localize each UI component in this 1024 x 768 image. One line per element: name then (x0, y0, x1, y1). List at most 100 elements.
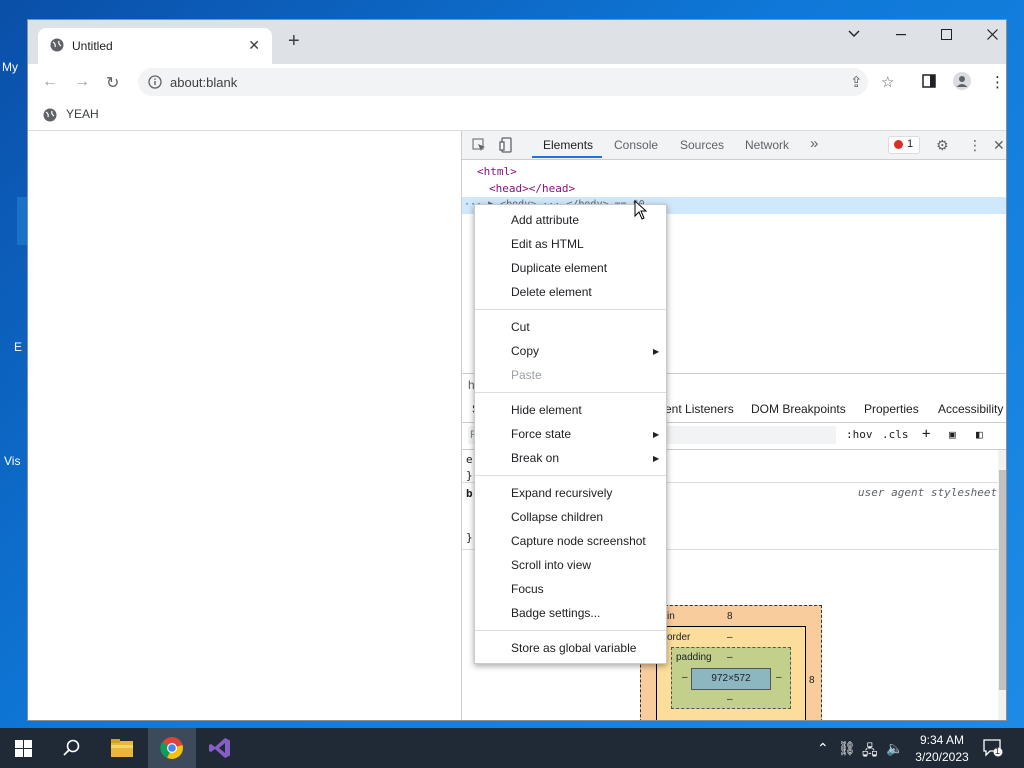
styles-scrollbar[interactable] (998, 450, 1006, 720)
file-explorer-icon[interactable] (110, 736, 134, 760)
tab-title: Untitled (72, 39, 113, 53)
error-count-badge[interactable]: 1 (888, 136, 920, 154)
taskbar-clock[interactable]: 9:34 AM 3/20/2023 (912, 733, 972, 764)
bookmark-yeah[interactable]: YEAH (66, 107, 99, 121)
browser-toolbar: ← → ↻ about:blank ⇪ ☆ ⋮ (28, 64, 1006, 100)
margin-top-value[interactable]: 8 (727, 611, 733, 622)
padding-top-value[interactable]: – (727, 652, 733, 663)
menu-item-badge-settings[interactable]: Badge settings... (511, 606, 600, 620)
menu-item-cut[interactable]: Cut (511, 320, 530, 334)
margin-right-value[interactable]: 8 (809, 675, 815, 686)
menu-item-store-as-global-variable[interactable]: Store as global variable (511, 641, 636, 655)
cls-button[interactable]: .cls (882, 428, 909, 441)
new-tab-button[interactable]: + (288, 31, 300, 51)
menu-item-force-state[interactable]: Force state (511, 427, 571, 441)
subtab-event-listeners[interactable]: ent Listeners (665, 402, 734, 416)
hov-button[interactable]: :hov (846, 428, 873, 441)
maximize-icon[interactable] (941, 29, 952, 40)
tray-overflow-chevron-icon[interactable]: ⌃ (817, 740, 829, 757)
error-count: 1 (907, 138, 914, 150)
bookmarks-bar: YEAH (28, 100, 1006, 131)
dom-head-node[interactable]: <head></head> (489, 182, 575, 195)
menu-item-copy[interactable]: Copy (511, 344, 539, 358)
inspect-element-icon[interactable] (472, 138, 486, 152)
margin-label: in (667, 611, 675, 622)
bookmark-star-icon[interactable]: ☆ (881, 73, 894, 91)
windows-start-icon[interactable] (15, 740, 32, 757)
profile-avatar-icon[interactable] (953, 72, 971, 90)
back-arrow-icon[interactable]: ← (42, 73, 58, 91)
menu-item-delete-element[interactable]: Delete element (511, 285, 592, 299)
close-devtools-icon[interactable]: ✕ (993, 137, 1005, 154)
clock-date: 3/20/2023 (915, 750, 969, 764)
tab-sources[interactable]: Sources (680, 138, 724, 152)
padding-right-value[interactable]: – (776, 672, 782, 683)
menu-separator (475, 630, 666, 631)
side-panel-icon[interactable] (922, 74, 936, 88)
visual-studio-icon[interactable] (208, 736, 232, 760)
menu-item-add-attribute[interactable]: Add attribute (511, 213, 579, 227)
kebab-menu-icon[interactable]: ⋮ (990, 73, 1005, 91)
border-top-value[interactable]: – (727, 632, 733, 643)
desktop-icon-strip (17, 197, 27, 245)
device-toolbar-icon[interactable] (499, 137, 513, 153)
reload-icon[interactable]: ↻ (106, 73, 119, 93)
tab-elements[interactable]: Elements (543, 138, 593, 152)
close-window-icon[interactable] (987, 29, 998, 40)
globe-icon (43, 108, 57, 122)
submenu-arrow-icon: ▶ (653, 454, 660, 463)
user-agent-stylesheet-label: user agent stylesheet (858, 486, 998, 499)
submenu-arrow-icon: ▶ (653, 430, 660, 439)
subtab-accessibility[interactable]: Accessibility (938, 402, 1003, 416)
desktop-label-e[interactable]: E (14, 340, 22, 354)
subtab-properties[interactable]: Properties (864, 402, 919, 416)
chevron-down-icon[interactable] (848, 29, 860, 39)
padding-bottom-value[interactable]: – (727, 694, 733, 705)
menu-item-capture-node-screenshot[interactable]: Capture node screenshot (511, 534, 646, 548)
tray-app-icon[interactable]: ⛓ (838, 740, 856, 757)
more-tabs-icon[interactable]: » (810, 135, 818, 152)
tab-console[interactable]: Console (614, 138, 658, 152)
scrollbar-thumb[interactable] (999, 470, 1006, 690)
settings-gear-icon[interactable]: ⚙ (936, 137, 949, 154)
menu-item-break-on[interactable]: Break on (511, 451, 559, 465)
url-text: about:blank (170, 75, 238, 90)
close-tab-icon[interactable]: ✕ (248, 37, 260, 54)
padding-left-value[interactable]: – (682, 672, 688, 683)
menu-item-hide-element[interactable]: Hide element (511, 403, 582, 417)
toggle-sidebar-icon[interactable]: ◧ (976, 428, 983, 441)
tab-network[interactable]: Network (745, 138, 789, 152)
active-tab-indicator (532, 156, 602, 158)
info-icon[interactable] (148, 75, 162, 89)
padding-label: padding (676, 652, 712, 663)
browser-tab[interactable]: Untitled ✕ (38, 28, 272, 64)
border-label: order (667, 632, 691, 643)
style-line: } (466, 469, 473, 482)
style-selector[interactable]: b (466, 487, 473, 500)
menu-separator (475, 392, 666, 393)
chrome-icon[interactable] (160, 736, 184, 760)
forward-arrow-icon[interactable]: → (74, 73, 90, 91)
address-bar[interactable]: about:blank ⇪ (138, 68, 868, 96)
desktop-label-vis[interactable]: Vis (4, 454, 20, 468)
network-icon[interactable]: 🖧 (862, 740, 878, 764)
desktop-label-my[interactable]: My (2, 60, 18, 74)
box-model-content-size[interactable]: 972×572 (691, 668, 771, 690)
paint-icon[interactable]: ▣ (949, 428, 956, 441)
dom-html-node[interactable]: <html> (477, 165, 517, 178)
border-bottom-value[interactable]: – (727, 716, 733, 720)
menu-item-duplicate-element[interactable]: Duplicate element (511, 261, 607, 275)
devtools-menu-icon[interactable]: ⋮ (968, 137, 982, 154)
menu-item-expand-recursively[interactable]: Expand recursively (511, 486, 612, 500)
minimize-icon[interactable] (896, 34, 906, 36)
search-icon[interactable] (63, 739, 81, 757)
menu-item-scroll-into-view[interactable]: Scroll into view (511, 558, 591, 572)
box-model-margin: in 8 8 order – – padding – – – – 972×572 (640, 605, 822, 720)
subtab-dom-breakpoints[interactable]: DOM Breakpoints (751, 402, 846, 416)
menu-item-edit-as-html[interactable]: Edit as HTML (511, 237, 584, 251)
menu-item-focus[interactable]: Focus (511, 582, 544, 596)
menu-item-collapse-children[interactable]: Collapse children (511, 510, 603, 524)
volume-icon[interactable]: 🔈 (886, 740, 903, 757)
share-icon[interactable]: ⇪ (850, 73, 863, 91)
new-style-rule-icon[interactable]: + (922, 426, 930, 442)
